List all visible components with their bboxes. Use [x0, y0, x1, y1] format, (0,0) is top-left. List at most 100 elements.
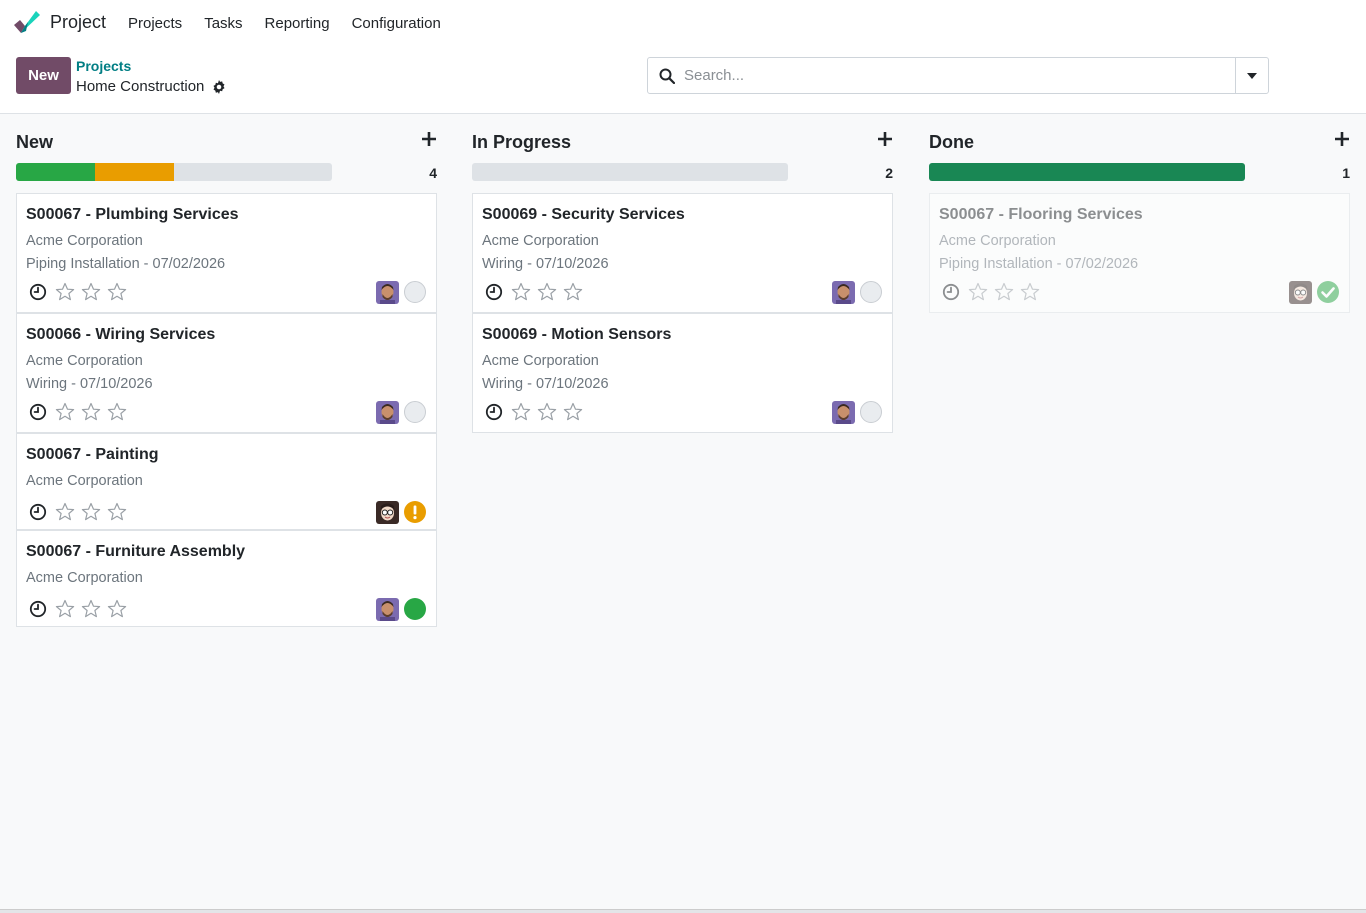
activity-clock-icon[interactable]	[29, 283, 47, 301]
search-bar	[647, 57, 1269, 94]
priority-star-icon-1[interactable]	[968, 282, 988, 302]
status-normal-icon[interactable]	[404, 401, 426, 423]
add-task-plus-icon[interactable]	[421, 130, 437, 148]
column-title: In Progress	[472, 132, 572, 152]
task-customer: Acme Corporation	[939, 233, 1056, 249]
menu-item-configuration[interactable]: Configuration	[352, 15, 441, 32]
priority-star-icon-2[interactable]	[537, 402, 557, 422]
activity-clock-icon[interactable]	[485, 403, 503, 421]
avatar-man-icon[interactable]	[376, 400, 399, 424]
avatar-man-icon[interactable]	[376, 597, 399, 621]
task-milestone-date: Wiring - 07/10/2026	[26, 376, 153, 392]
avatar-glasses-icon[interactable]	[376, 500, 399, 524]
priority-star-icon-1[interactable]	[55, 502, 75, 522]
task-customer: Acme Corporation	[26, 473, 143, 489]
priority-star-icon-2[interactable]	[994, 282, 1014, 302]
status-normal-icon[interactable]	[860, 281, 882, 303]
priority-star-icon-3[interactable]	[107, 502, 127, 522]
activity-clock-icon[interactable]	[29, 403, 47, 421]
activity-clock-icon[interactable]	[29, 600, 47, 618]
breadcrumb-current: Home Construction	[76, 78, 226, 95]
status-normal-icon[interactable]	[404, 281, 426, 303]
priority-star-icon-1[interactable]	[511, 282, 531, 302]
control-panel: New Projects Home Construction	[0, 46, 1366, 114]
task-title: S00067 - Plumbing Services	[26, 206, 239, 223]
activity-clock-icon[interactable]	[29, 503, 47, 521]
task-card[interactable]: S00067 - Furniture Assembly Acme Corporat…	[16, 530, 437, 627]
avatar-man-icon[interactable]	[376, 280, 399, 304]
priority-star-icon-3[interactable]	[107, 282, 127, 302]
avatar-man-icon[interactable]	[832, 280, 855, 304]
task-card[interactable]: S00066 - Wiring Services Acme Corporation…	[16, 313, 437, 433]
task-title: S00069 - Security Services	[482, 206, 685, 223]
main-menu: Projects Tasks Reporting Configuration	[128, 15, 463, 32]
task-card[interactable]: S00069 - Security Services Acme Corporati…	[472, 193, 893, 313]
priority-star-icon-1[interactable]	[55, 599, 75, 619]
task-card-footer	[26, 597, 426, 621]
top-navbar: Project Projects Tasks Reporting Configu…	[0, 0, 1366, 46]
task-milestone-date: Piping Installation - 07/02/2026	[939, 256, 1139, 272]
task-card-footer	[26, 500, 426, 524]
task-card[interactable]: S00067 - Flooring Services Acme Corporati…	[929, 193, 1350, 313]
task-title: S00067 - Furniture Assembly	[26, 543, 246, 560]
task-title: S00067 - Flooring Services	[939, 206, 1143, 223]
column-progress-bar[interactable]	[929, 163, 1245, 181]
task-milestone-date: Piping Installation - 07/02/2026	[26, 256, 226, 272]
priority-star-icon-2[interactable]	[537, 282, 557, 302]
task-card-footer	[26, 280, 426, 304]
task-title: S00067 - Painting	[26, 446, 159, 463]
search-input[interactable]	[684, 58, 1235, 93]
avatar-glasses-icon[interactable]	[1289, 280, 1312, 304]
priority-star-icon-3[interactable]	[563, 402, 583, 422]
activity-clock-icon[interactable]	[485, 283, 503, 301]
search-options-toggle[interactable]	[1235, 58, 1268, 93]
column-progress-bar[interactable]	[472, 163, 788, 181]
column-task-count: 1	[1342, 165, 1350, 181]
app-name[interactable]: Project	[50, 12, 106, 33]
priority-star-icon-1[interactable]	[55, 282, 75, 302]
column-task-count: 4	[429, 165, 437, 181]
task-card[interactable]: S00067 - Painting Acme Corporation	[16, 433, 437, 530]
priority-star-icon-1[interactable]	[511, 402, 531, 422]
status-done-icon[interactable]	[404, 598, 426, 620]
priority-star-icon-3[interactable]	[107, 402, 127, 422]
task-customer: Acme Corporation	[26, 570, 143, 586]
priority-star-icon-2[interactable]	[81, 599, 101, 619]
task-card-footer	[482, 280, 882, 304]
priority-star-icon-2[interactable]	[81, 282, 101, 302]
task-card[interactable]: S00069 - Motion Sensors Acme Corporation W…	[472, 313, 893, 433]
status-blocked-icon[interactable]	[404, 501, 426, 523]
progress-segment-blocked[interactable]	[95, 163, 174, 181]
task-card-footer	[26, 400, 426, 424]
caret-down-icon	[1247, 72, 1257, 79]
avatar-man-icon[interactable]	[832, 400, 855, 424]
add-task-plus-icon[interactable]	[1334, 130, 1350, 148]
status-approved-icon[interactable]	[1317, 281, 1339, 303]
priority-star-icon-2[interactable]	[81, 402, 101, 422]
new-button[interactable]: New	[16, 57, 71, 94]
priority-star-icon-3[interactable]	[1020, 282, 1040, 302]
task-milestone-date: Wiring - 07/10/2026	[482, 376, 609, 392]
activity-clock-icon[interactable]	[942, 283, 960, 301]
menu-item-reporting[interactable]: Reporting	[265, 15, 330, 32]
progress-segment-done[interactable]	[929, 163, 1245, 181]
breadcrumb-projects-link[interactable]: Projects	[76, 58, 131, 74]
priority-star-icon-1[interactable]	[55, 402, 75, 422]
task-card[interactable]: S00067 - Plumbing Services Acme Corporati…	[16, 193, 437, 313]
status-normal-icon[interactable]	[860, 401, 882, 423]
project-app-logo-icon[interactable]	[14, 11, 40, 35]
column-progress-bar[interactable]	[16, 163, 332, 181]
search-icon	[659, 68, 675, 84]
priority-star-icon-3[interactable]	[563, 282, 583, 302]
progress-segment-done[interactable]	[16, 163, 95, 181]
gear-icon[interactable]	[212, 79, 226, 94]
task-title: S00066 - Wiring Services	[26, 326, 216, 343]
task-customer: Acme Corporation	[482, 353, 599, 369]
priority-star-icon-3[interactable]	[107, 599, 127, 619]
column-task-count: 2	[885, 165, 893, 181]
menu-item-tasks[interactable]: Tasks	[204, 15, 242, 32]
priority-star-icon-2[interactable]	[81, 502, 101, 522]
add-task-plus-icon[interactable]	[877, 130, 893, 148]
task-customer: Acme Corporation	[482, 233, 599, 249]
menu-item-projects[interactable]: Projects	[128, 15, 182, 32]
